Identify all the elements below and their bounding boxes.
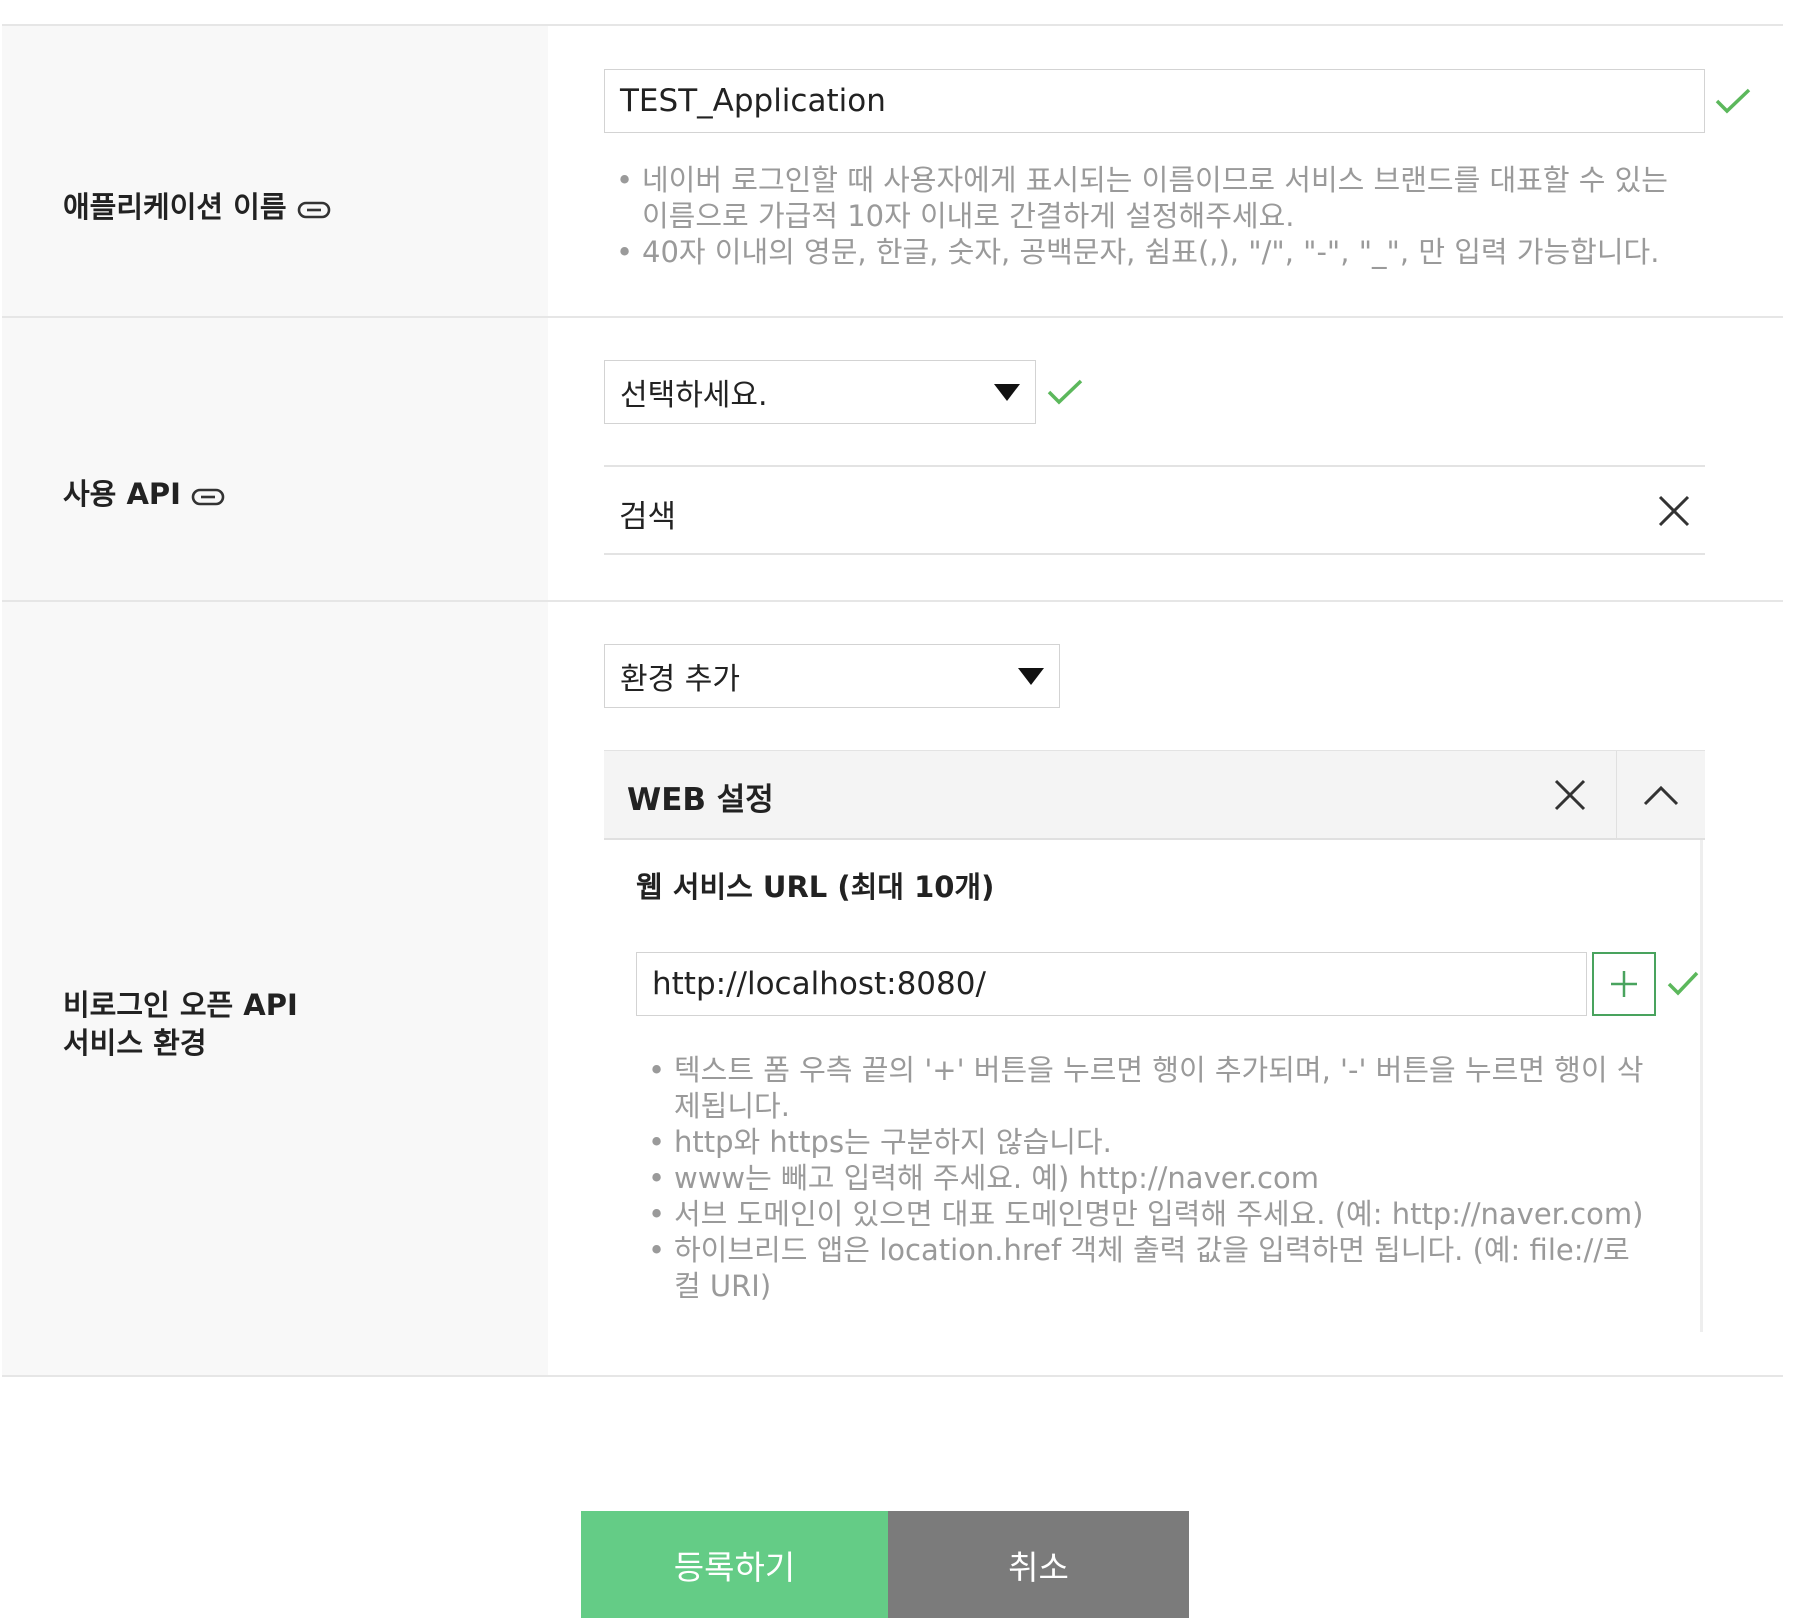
- app-name-label: 애플리케이션 이름: [63, 150, 331, 228]
- register-button-label: 등록하기: [673, 1547, 796, 1587]
- env-label-text: 비로그인 오픈 API 서비스 환경: [63, 988, 298, 1060]
- help-item: 서브 도메인이 있으면 대표 도메인명만 입력해 주세요. (예: http:/…: [648, 1196, 1648, 1232]
- chevron-up-icon[interactable]: [1642, 783, 1680, 807]
- help-item: 하이브리드 앱은 location.href 객체 출력 값을 입력하면 됩니다…: [648, 1232, 1648, 1304]
- env-add-select-value: 환경 추가: [620, 662, 740, 697]
- web-url-input[interactable]: http://localhost:8080/: [636, 952, 1587, 1016]
- env-label: 비로그인 오픈 API 서비스 환경: [63, 948, 298, 1062]
- url-section-heading: 웹 서비스 URL (최대 10개): [636, 870, 995, 904]
- close-icon[interactable]: [1553, 778, 1587, 812]
- web-settings-title: WEB 설정: [627, 782, 774, 818]
- help-item: 네이버 로그인할 때 사용자에게 표시되는 이름이므로 서비스 브랜드를 대표할…: [616, 162, 1691, 234]
- check-icon: [1667, 971, 1699, 996]
- dropdown-arrow-icon: [994, 383, 1020, 401]
- app-name-help-list: 네이버 로그인할 때 사용자에게 표시되는 이름이므로 서비스 브랜드를 대표할…: [616, 162, 1691, 270]
- cancel-button[interactable]: 취소: [888, 1511, 1189, 1618]
- api-label-text: 사용 API: [63, 477, 181, 511]
- app-name-label-text: 애플리케이션 이름: [63, 190, 287, 224]
- help-item: 40자 이내의 영문, 한글, 숫자, 공백문자, 쉼표(,), "/", "-…: [616, 234, 1691, 270]
- api-select[interactable]: 선택하세요.: [604, 360, 1036, 424]
- close-icon[interactable]: [1657, 494, 1691, 528]
- row-divider: [2, 1375, 1783, 1377]
- api-label: 사용 API: [63, 437, 225, 515]
- check-icon: [1047, 379, 1083, 405]
- cancel-button-label: 취소: [1008, 1547, 1069, 1587]
- row-divider: [2, 600, 1783, 602]
- register-button[interactable]: 등록하기: [581, 1511, 888, 1618]
- dropdown-arrow-icon: [1018, 667, 1044, 685]
- plus-icon: [1611, 971, 1637, 997]
- app-name-value: TEST_Application: [620, 83, 886, 119]
- web-settings-header: WEB 설정: [604, 750, 1705, 840]
- help-item: 텍스트 폼 우측 끝의 '+' 버튼을 누르면 행이 추가되며, '-' 버튼을…: [648, 1052, 1648, 1124]
- row-divider: [2, 24, 1783, 26]
- add-url-button[interactable]: [1592, 952, 1656, 1016]
- help-item: http와 https는 구분하지 않습니다.: [648, 1124, 1648, 1160]
- web-settings-body: 웹 서비스 URL (최대 10개) http://localhost:8080…: [604, 840, 1703, 1332]
- api-select-value: 선택하세요.: [620, 378, 768, 413]
- check-icon: [1715, 88, 1751, 114]
- header-divider: [1616, 751, 1617, 839]
- row-divider: [2, 316, 1783, 318]
- url-help-list: 텍스트 폼 우측 끝의 '+' 버튼을 누르면 행이 추가되며, '-' 버튼을…: [648, 1052, 1648, 1304]
- web-url-value: http://localhost:8080/: [652, 966, 986, 1002]
- app-name-input[interactable]: TEST_Application: [604, 69, 1705, 133]
- link-icon[interactable]: [191, 477, 225, 515]
- selected-api-item: 검색: [604, 465, 1705, 555]
- help-item: www는 빼고 입력해 주세요. 예) http://naver.com: [648, 1160, 1648, 1196]
- link-icon[interactable]: [297, 190, 331, 228]
- env-add-select[interactable]: 환경 추가: [604, 644, 1060, 708]
- selected-api-label: 검색: [619, 499, 677, 535]
